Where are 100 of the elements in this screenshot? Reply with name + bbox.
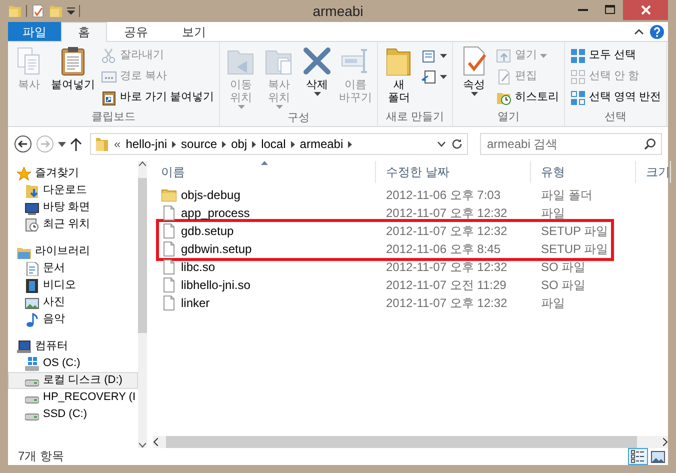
file-name: gdbwin.setup bbox=[181, 242, 252, 256]
ribbon-button[interactable]: 새 폴더 bbox=[381, 44, 418, 111]
overflow-mark[interactable]: « bbox=[114, 136, 121, 152]
column-header[interactable]: 유형 bbox=[531, 161, 636, 183]
breadcrumb-link[interactable]: armeabi bbox=[300, 136, 344, 152]
sidebar-item[interactable]: 로컬 디스크 (D:) bbox=[8, 372, 138, 389]
sidebar-item[interactable]: HP_RECOVERY (I bbox=[8, 389, 138, 406]
open-icon bbox=[496, 48, 512, 64]
invert-selection-icon bbox=[570, 90, 586, 106]
sidebar-item[interactable]: 사진 bbox=[8, 294, 138, 311]
file-type: 파일 폴더 bbox=[541, 188, 594, 202]
ribbon-button[interactable]: 모두 선택 bbox=[568, 46, 664, 65]
folder-icon bbox=[95, 136, 109, 152]
sidebar-item[interactable]: OS (C:) bbox=[8, 355, 138, 372]
close-icon bbox=[640, 5, 650, 15]
modified-date: 2012-11-07 오후 12:32 bbox=[386, 296, 508, 310]
search-field[interactable]: armeabi 검색 bbox=[480, 133, 662, 155]
ribbon-button[interactable]: 삭제 bbox=[299, 44, 336, 112]
view-button[interactable] bbox=[628, 448, 648, 465]
breadcrumb-link[interactable]: hello-jni bbox=[126, 136, 168, 152]
collapse-icon bbox=[634, 28, 644, 35]
folder-icon bbox=[8, 4, 22, 18]
file-row[interactable]: libc.so 2012-11-07 오후 12:32 SO 파일 bbox=[151, 258, 668, 276]
file-name: objs-debug bbox=[181, 188, 240, 202]
chevron-down-icon bbox=[437, 141, 446, 147]
caret-icon bbox=[58, 142, 66, 146]
file-row[interactable]: app_process 2012-11-07 오후 12:32 파일 bbox=[151, 204, 668, 222]
modified-date: 2012-11-07 오후 12:32 bbox=[386, 206, 508, 220]
sidebar-item[interactable]: 비디오 bbox=[8, 277, 138, 294]
properties-icon bbox=[31, 4, 45, 18]
file-tab[interactable]: 파일 bbox=[8, 22, 61, 41]
sidebar-item[interactable]: 음악 bbox=[8, 311, 138, 328]
group-label: 열기 bbox=[496, 111, 521, 125]
group-label: 새로 만들기 bbox=[385, 111, 446, 125]
file-row[interactable]: objs-debug 2012-11-06 오후 7:03 파일 폴더 bbox=[151, 186, 668, 204]
up-button[interactable] bbox=[70, 137, 82, 151]
sidebar-item[interactable]: 최근 위치 bbox=[8, 216, 138, 233]
file-type: SO 파일 bbox=[541, 278, 587, 292]
path-icon bbox=[101, 68, 117, 84]
ribbon-tab[interactable]: 홈 bbox=[61, 22, 107, 42]
file-row[interactable]: linker 2012-11-07 오후 12:32 파일 bbox=[151, 294, 668, 312]
file-row[interactable]: gdbwin.setup 2012-11-06 오후 8:45 SETUP 파일 bbox=[159, 240, 611, 258]
file-icon bbox=[161, 259, 177, 275]
ribbon-button[interactable]: 히스토리 bbox=[494, 88, 562, 107]
details-view-icon bbox=[631, 450, 645, 463]
sidebar-item[interactable]: 바탕 화면 bbox=[8, 199, 138, 216]
back-button[interactable] bbox=[14, 135, 32, 153]
sort-ascending-icon bbox=[261, 161, 268, 165]
file-row[interactable]: gdb.setup 2012-11-07 오후 12:32 SETUP 파일 bbox=[159, 222, 611, 240]
file-type: SETUP 파일 bbox=[541, 224, 610, 238]
breadcrumb-link[interactable]: obj bbox=[231, 136, 248, 152]
film-icon bbox=[25, 278, 39, 292]
chevron-icon bbox=[172, 140, 176, 148]
file-name: linker bbox=[181, 296, 210, 310]
scroll-up-icon bbox=[139, 161, 146, 166]
close-button[interactable] bbox=[623, 0, 668, 20]
ribbon-button[interactable]: 바로 가기 붙여넣기 bbox=[99, 88, 216, 107]
scroll-left-icon bbox=[153, 438, 158, 446]
music-note-icon bbox=[25, 312, 39, 326]
horizontal-scrollbar[interactable] bbox=[153, 436, 668, 448]
sidebar-item[interactable]: 즐겨찾기 bbox=[8, 165, 138, 182]
file-name: app_process bbox=[181, 206, 250, 220]
sidebar-item[interactable]: SSD (C:) bbox=[8, 406, 138, 423]
vertical-scrollbar[interactable] bbox=[138, 161, 147, 448]
recent-locations-button[interactable] bbox=[58, 142, 66, 146]
address-field[interactable]: « hello-jni source obj local armeabi bbox=[90, 133, 468, 155]
file-name: gdb.setup bbox=[181, 224, 234, 238]
breadcrumb-link[interactable]: source bbox=[181, 136, 218, 152]
sidebar-item[interactable]: 문서 bbox=[8, 260, 138, 277]
modified-date: 2012-11-07 오전 11:29 bbox=[386, 278, 508, 292]
group-label: 구성 bbox=[286, 112, 311, 126]
sidebar-item[interactable]: 라이브러리 bbox=[8, 243, 138, 260]
modified-date: 2012-11-06 오후 8:45 bbox=[386, 242, 502, 256]
ribbon-button[interactable]: 붙여넣기 bbox=[49, 44, 97, 111]
file-type: 파일 bbox=[541, 206, 566, 220]
column-header[interactable]: 이름 bbox=[151, 161, 376, 183]
delete-icon bbox=[301, 45, 334, 77]
modified-date: 2012-11-07 오후 12:32 bbox=[386, 260, 508, 274]
monitor-icon bbox=[25, 200, 39, 214]
up-arrow-icon bbox=[70, 137, 82, 151]
download-folder-icon bbox=[25, 184, 39, 198]
view-button[interactable] bbox=[648, 448, 668, 465]
select-none-icon bbox=[570, 68, 586, 84]
ribbon-tab[interactable]: 공유 bbox=[107, 22, 165, 41]
ribbon-tab[interactable]: 보기 bbox=[165, 22, 223, 41]
maximize-icon bbox=[604, 5, 614, 15]
ribbon-button[interactable]: 선택 영역 반전 bbox=[568, 88, 664, 107]
column-header[interactable]: 수정한 날짜 bbox=[376, 161, 531, 183]
file-type: 파일 bbox=[541, 296, 566, 310]
ribbon-button[interactable]: 속성 bbox=[456, 44, 492, 111]
file-name: libc.so bbox=[181, 260, 216, 274]
modified-date: 2012-11-06 오후 7:03 bbox=[386, 188, 502, 202]
windows-drive-icon bbox=[25, 356, 39, 370]
breadcrumb-link[interactable]: local bbox=[261, 136, 286, 152]
file-row[interactable]: libhello-jni.so 2012-11-07 오전 11:29 SO 파일 bbox=[151, 276, 668, 294]
sidebar-item[interactable]: 다운로드 bbox=[8, 182, 138, 199]
sidebar-item[interactable]: 컴퓨터 bbox=[8, 338, 138, 355]
edit-icon bbox=[496, 68, 512, 84]
shortcut-icon bbox=[101, 90, 117, 106]
file-icon bbox=[161, 241, 177, 257]
